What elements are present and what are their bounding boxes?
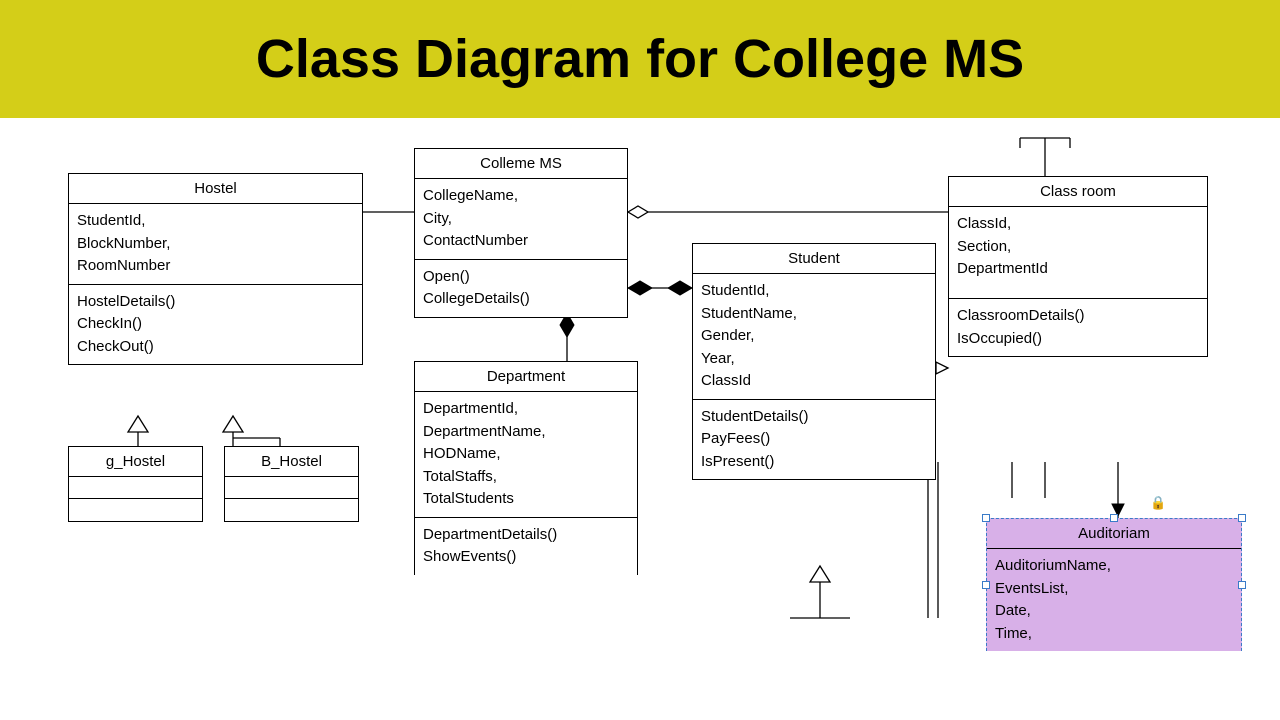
page-title: Class Diagram for College MS	[0, 0, 1280, 118]
class-student[interactable]: Student StudentId, StudentName, Gender, …	[692, 243, 936, 480]
resize-handle-n[interactable]	[1110, 514, 1118, 522]
class-operations: Open() CollegeDetails()	[415, 260, 627, 317]
class-name: Class room	[949, 177, 1207, 207]
resize-handle-w[interactable]	[982, 581, 990, 589]
class-attributes: StudentId, BlockNumber, RoomNumber	[69, 204, 362, 285]
resize-handle-ne[interactable]	[1238, 514, 1246, 522]
class-attributes: CollegeName, City, ContactNumber	[415, 179, 627, 260]
class-name: Student	[693, 244, 935, 274]
class-attributes: StudentId, StudentName, Gender, Year, Cl…	[693, 274, 935, 400]
lock-icon: 🔒	[1150, 495, 1166, 511]
class-attributes: DepartmentId, DepartmentName, HODName, T…	[415, 392, 637, 518]
title-text: Class Diagram for College MS	[256, 29, 1024, 89]
class-classroom[interactable]: Class room ClassId, Section, DepartmentI…	[948, 176, 1208, 357]
class-name: B_Hostel	[225, 447, 358, 477]
diagram-canvas[interactable]: Hostel StudentId, BlockNumber, RoomNumbe…	[0, 118, 1280, 718]
class-operations: ClassroomDetails() IsOccupied()	[949, 299, 1207, 356]
class-attributes	[225, 477, 358, 499]
class-name: Auditoriam	[987, 519, 1241, 549]
resize-handle-nw[interactable]	[982, 514, 990, 522]
resize-handle-e[interactable]	[1238, 581, 1246, 589]
class-operations: DepartmentDetails() ShowEvents()	[415, 518, 637, 575]
class-operations: StudentDetails() PayFees() IsPresent()	[693, 400, 935, 480]
class-name: Colleme MS	[415, 149, 627, 179]
class-department[interactable]: Department DepartmentId, DepartmentName,…	[414, 361, 638, 575]
class-attributes: AuditoriumName, EventsList, Date, Time,	[987, 549, 1241, 651]
class-name: Hostel	[69, 174, 362, 204]
class-operations: HostelDetails() CheckIn() CheckOut()	[69, 285, 362, 365]
class-attributes	[69, 477, 202, 499]
class-name: g_Hostel	[69, 447, 202, 477]
class-hostel[interactable]: Hostel StudentId, BlockNumber, RoomNumbe…	[68, 173, 363, 365]
class-b-hostel[interactable]: B_Hostel	[224, 446, 359, 522]
class-auditorium-selected[interactable]: Auditoriam AuditoriumName, EventsList, D…	[986, 518, 1242, 651]
class-college-ms[interactable]: Colleme MS CollegeName, City, ContactNum…	[414, 148, 628, 318]
class-attributes: ClassId, Section, DepartmentId	[949, 207, 1207, 299]
class-name: Department	[415, 362, 637, 392]
class-operations	[225, 499, 358, 521]
class-g-hostel[interactable]: g_Hostel	[68, 446, 203, 522]
class-operations	[69, 499, 202, 521]
